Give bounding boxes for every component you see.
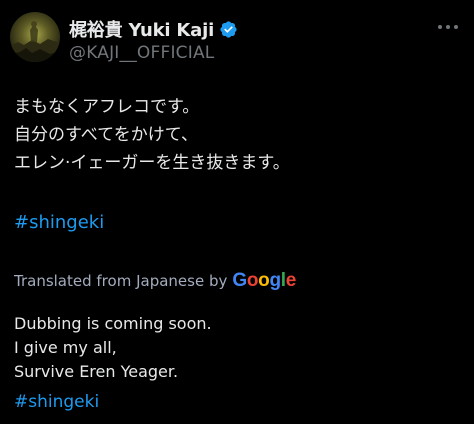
translated-line: Survive Eren Yeager. <box>14 362 179 381</box>
translation-attribution[interactable]: Translated from Japanese by Google <box>14 270 296 292</box>
display-name[interactable]: 梶裕貴 Yuki Kaji <box>69 16 214 42</box>
translated-line: I give my all, <box>14 338 117 357</box>
avatar[interactable] <box>10 12 60 62</box>
translated-hashtag-link[interactable]: #shingeki <box>14 392 99 412</box>
tweet-text-original: まもなくアフレコです。 自分のすべてをかけて、 エレン·イェーガーを生き抜きます… <box>14 93 464 177</box>
more-options-icon[interactable] <box>438 21 458 33</box>
author-name-row[interactable]: 梶裕貴 Yuki Kaji <box>69 17 238 41</box>
translation-label: Translated from Japanese by <box>14 272 228 290</box>
hashtag-link[interactable]: #shingeki <box>14 212 104 233</box>
tweet-card: 梶裕貴 Yuki Kaji @KAJI__OFFICIAL まもなくアフレコです… <box>0 0 474 424</box>
dot <box>438 25 442 29</box>
dot <box>454 25 458 29</box>
tweet-text-translated: Dubbing is coming soon. I give my all, S… <box>14 312 464 384</box>
tweet-line: エレン·イェーガーを生き抜きます。 <box>14 153 290 173</box>
dot <box>446 25 450 29</box>
verified-badge-icon <box>220 20 237 38</box>
google-letter: o <box>246 270 259 291</box>
google-letter: G <box>232 270 247 291</box>
google-letter: e <box>285 270 297 291</box>
google-logo-icon: Google <box>232 270 296 292</box>
tweet-line: 自分のすべてをかけて、 <box>14 125 198 145</box>
google-letter: o <box>258 270 270 291</box>
google-letter: g <box>269 270 281 291</box>
profile-photo-icon <box>10 12 60 62</box>
translated-line: Dubbing is coming soon. <box>14 314 212 333</box>
author-handle[interactable]: @KAJI__OFFICIAL <box>69 43 214 63</box>
tweet-line: まもなくアフレコです。 <box>14 97 200 117</box>
